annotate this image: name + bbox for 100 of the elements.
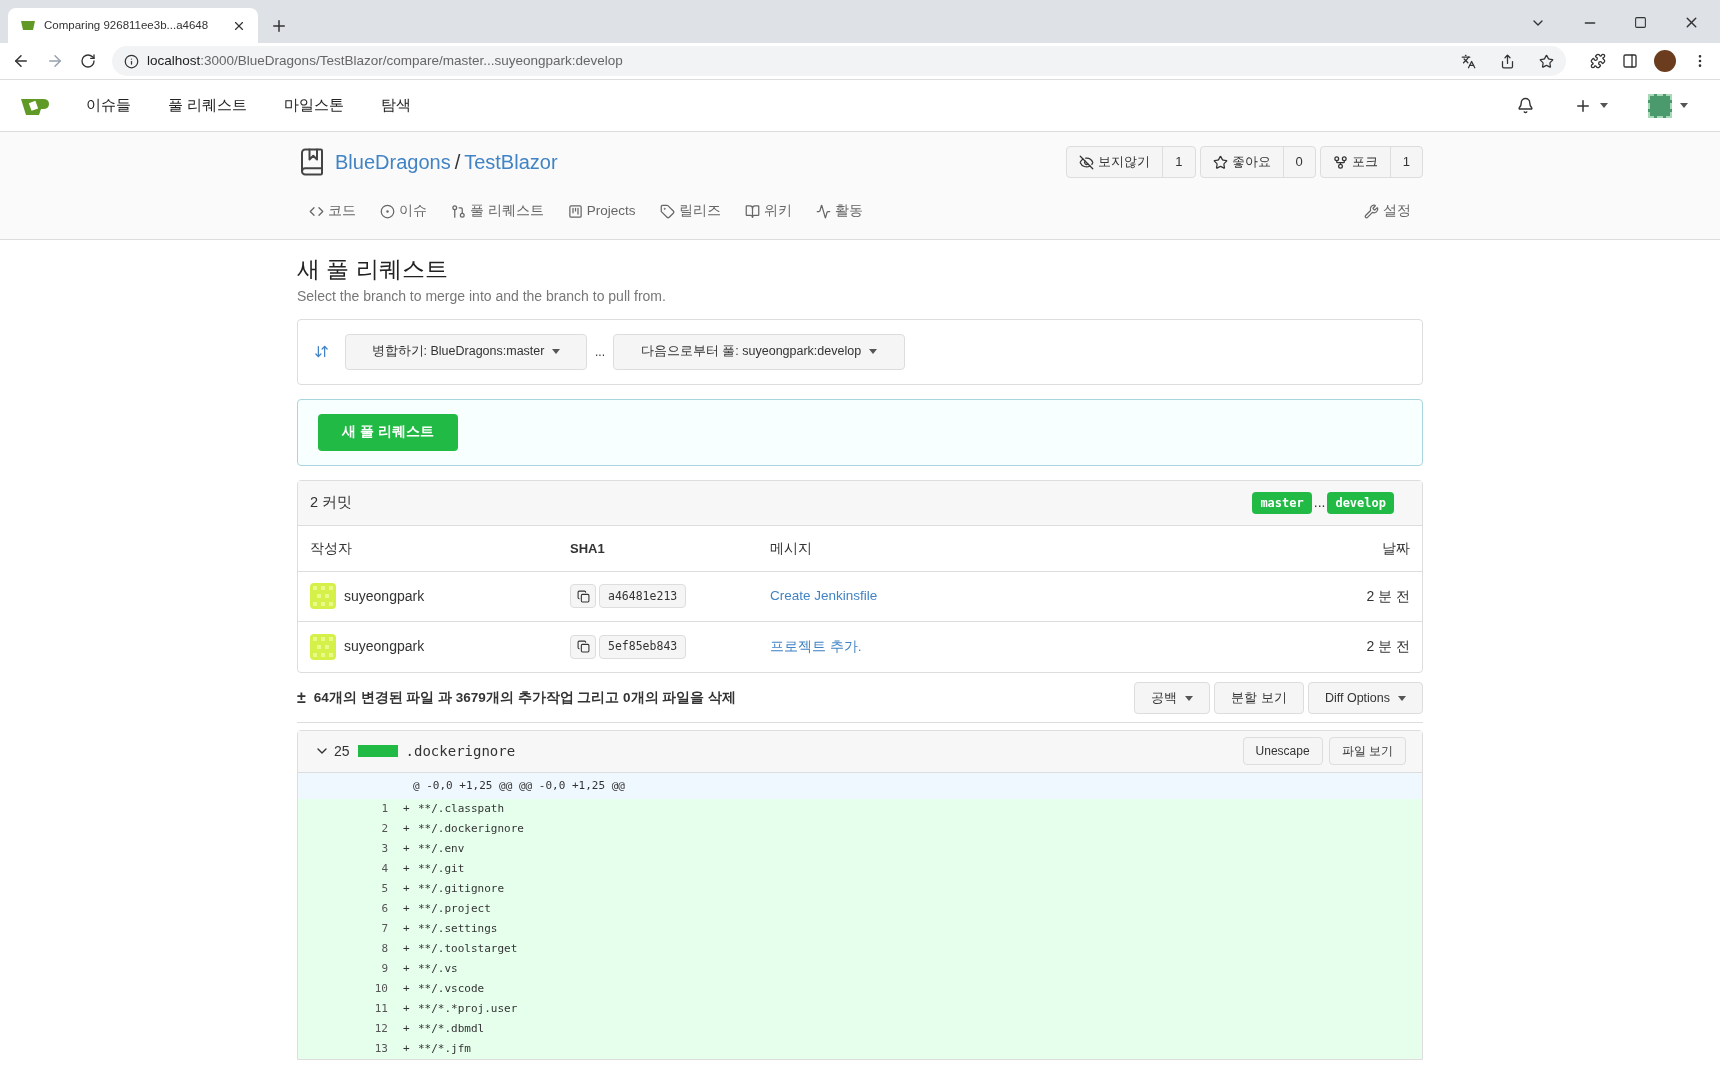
star-button[interactable]: 좋아요 0 [1199,146,1316,178]
column-header: 날짜 [1382,538,1410,558]
pull-request-icon [451,203,466,219]
line-number: 6 [380,900,388,917]
diff-sign: + [403,820,411,837]
diff-sign: + [403,1040,411,1057]
forward-icon[interactable] [46,52,64,70]
nav-link[interactable]: 이슈들 [70,94,147,117]
diff-sign: + [403,800,411,817]
diff-sign: + [403,840,411,857]
pulse-icon [815,203,831,219]
info-icon [124,53,139,69]
code-line: **/*.*proj.user [418,1000,518,1017]
commit-date: 2 분 전 [1366,637,1410,657]
share-icon[interactable] [1500,53,1515,69]
avatar-icon [310,633,336,660]
eye-off-icon [1079,154,1095,170]
copy-icon [576,640,590,654]
caret-icon [1680,103,1688,108]
repo-tab[interactable]: Projects [555,192,648,230]
line-number: 13 [373,1040,388,1057]
repo-tab[interactable]: 릴리즈 [647,192,733,230]
diff-option-button[interactable]: Diff Options [1307,682,1423,715]
tea-cup-icon [20,19,36,32]
board-icon [567,203,583,219]
code-line: **/.gitignore [418,880,505,897]
author-name[interactable]: suyeongpark [344,636,425,658]
additions-count: 25 [334,741,350,761]
line-number: 9 [380,960,388,977]
diff-option-button[interactable]: 공백 [1134,682,1211,715]
commit-date: 2 분 전 [1366,586,1410,606]
repo-tab[interactable]: 활동 [803,192,875,230]
star-icon[interactable] [1539,53,1554,69]
profile-avatar[interactable] [1654,50,1676,72]
file-action-button[interactable]: 파일 보기 [1328,737,1406,766]
fork-button[interactable]: 포크 1 [1319,146,1423,178]
count-label: 1 [1174,153,1184,172]
diff-option-button[interactable]: 분할 보기 [1214,682,1304,715]
settings-tab[interactable]: 설정 [1352,200,1423,222]
code-line: **/.settings [418,920,498,937]
browser-tab[interactable]: Comparing 926811ee3b...a4648 [8,8,258,43]
fork-icon [1332,154,1348,170]
repo-owner-link[interactable]: BlueDragons [335,147,451,177]
repo-tab[interactable]: 풀 리퀘스트 [439,192,556,230]
diff-stats-icon: ± [297,686,306,711]
diff-sign: + [403,940,411,957]
puzzle-icon[interactable] [1590,53,1606,69]
caret-icon [1185,695,1194,701]
caret-icon [1398,695,1406,701]
nav-link[interactable]: 탐색 [365,94,428,117]
count-label: 1 [1401,153,1411,172]
repo-name-link[interactable]: TestBlazor [464,147,558,177]
translate-icon[interactable] [1461,53,1476,69]
commit-message-link[interactable]: 프로젝트 추가. [770,636,1367,657]
side-panel-icon[interactable] [1622,53,1638,69]
diff-sign: + [403,980,411,997]
file-action-button[interactable]: Unescape [1242,737,1323,766]
user-menu[interactable] [1648,93,1688,118]
diff-sign: + [403,960,411,977]
new-tab-icon[interactable] [270,17,288,35]
sha-label[interactable]: a46481e213 [599,584,687,609]
page-title: 새 풀 리퀘스트 [297,255,449,284]
caret-icon [869,349,878,355]
copy-button[interactable] [570,584,596,609]
reload-icon[interactable] [80,53,96,69]
bell-icon[interactable] [1517,97,1534,114]
line-number: 1 [380,800,388,817]
base-branch-dropdown[interactable]: 병합하기: BlueDragons:master [345,333,587,370]
watch-button[interactable]: 보지않기 1 [1066,146,1196,178]
code-line: **/.project [418,900,491,917]
address-field[interactable]: localhost:3000/BlueDragons/TestBlazor/compare/master...suyeongpark:develop [112,46,1566,76]
tab-title: Comparing 926811ee3b...a4648 [44,17,210,33]
back-icon[interactable] [12,52,30,70]
line-number: 7 [380,920,388,937]
circle-dot-icon [380,203,395,219]
repo-tab[interactable]: 코드 [297,192,368,230]
line-number: 10 [373,980,388,997]
author-name[interactable]: suyeongpark [344,585,425,607]
swap-icon[interactable] [314,344,329,360]
diff-sign: + [403,1000,411,1017]
range-separator: ... [1313,493,1326,513]
code-line: **/.vscode [418,980,485,997]
nav-link[interactable]: 마일스톤 [268,94,361,117]
code-line: **/.dockerignore [418,820,524,837]
repo-tab[interactable]: 위키 [732,192,804,230]
line-number: 12 [373,1020,388,1037]
diff-sign: + [403,1020,411,1037]
commit-message-link[interactable]: Create Jenkinsfile [770,586,1367,607]
code-line: **/.env [418,840,465,857]
branch-label: master [1252,491,1312,514]
maximize-icon[interactable] [1634,16,1647,29]
repo-tab[interactable]: 이슈 [368,192,439,230]
code-line: **/.git [418,860,465,877]
sha-label[interactable]: 5ef85eb843 [599,634,687,659]
copy-button[interactable] [570,634,596,659]
book-icon [744,203,760,219]
diff-stats-text: 64개의 변경된 파일 과 3679개의 추가작업 그리고 0개의 파일을 삭제 [313,689,737,708]
nav-link[interactable]: 풀 리퀘스트 [152,94,264,117]
column-header: 작성자 [310,538,353,558]
head-branch-dropdown[interactable]: 다음으로부터 풀: suyeongpark:develop [613,333,905,370]
